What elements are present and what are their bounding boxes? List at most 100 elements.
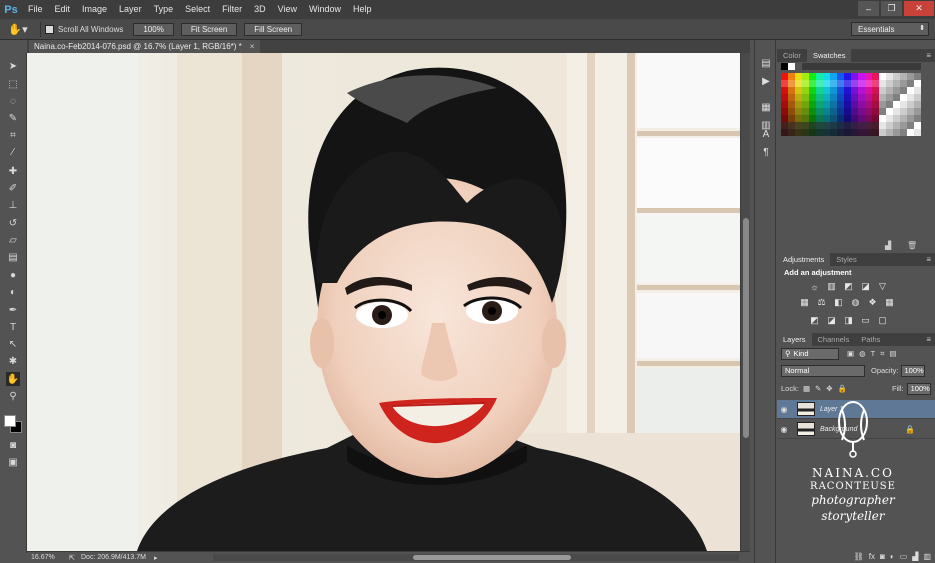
trash-icon[interactable]: ▥	[923, 552, 931, 561]
color-swatch[interactable]	[802, 115, 809, 122]
color-swatch[interactable]	[872, 122, 879, 129]
new-layer-icon[interactable]: ▟	[912, 552, 918, 561]
fit-screen-button[interactable]: Fit Screen	[180, 22, 238, 36]
tab-styles[interactable]: Styles	[830, 253, 862, 266]
color-swatch[interactable]	[802, 122, 809, 129]
color-swatch[interactable]	[872, 73, 879, 80]
color-swatch[interactable]	[865, 80, 872, 87]
blur-tool-icon[interactable]: ●	[6, 268, 20, 282]
posterize-icon[interactable]: ◪	[826, 315, 837, 326]
adjustment-layer-icon[interactable]: ◐	[890, 552, 895, 561]
color-swatch[interactable]	[816, 63, 823, 70]
menu-help[interactable]: Help	[347, 0, 378, 19]
color-swatch[interactable]	[886, 122, 893, 129]
color-swatch[interactable]	[872, 80, 879, 87]
color-swatch[interactable]	[858, 63, 865, 70]
color-swatch[interactable]	[816, 94, 823, 101]
color-swatch[interactable]	[900, 122, 907, 129]
color-swatch[interactable]	[872, 94, 879, 101]
color-swatch[interactable]	[851, 73, 858, 80]
document-canvas[interactable]	[27, 53, 740, 551]
history-panel-icon[interactable]: ▤	[759, 56, 773, 70]
close-tab-icon[interactable]: ×	[250, 42, 255, 51]
quick-select-tool-icon[interactable]: ✎	[6, 111, 20, 125]
fx-icon[interactable]: fx	[869, 552, 875, 561]
color-swatch[interactable]	[851, 101, 858, 108]
color-swatch[interactable]	[795, 80, 802, 87]
opacity-field[interactable]: 100%	[900, 364, 925, 377]
color-swatch[interactable]	[844, 108, 851, 115]
color-swatch[interactable]	[900, 87, 907, 94]
color-swatch[interactable]	[823, 115, 830, 122]
lock-icons[interactable]: ▦✎✥🔒	[803, 384, 852, 393]
panel-menu-icon[interactable]: ≡	[926, 253, 931, 266]
color-swatch[interactable]	[809, 80, 816, 87]
fill-field[interactable]: 100%	[906, 382, 931, 395]
color-swatch[interactable]	[823, 108, 830, 115]
healing-brush-tool-icon[interactable]: ✚	[6, 164, 20, 178]
color-swatch[interactable]	[809, 108, 816, 115]
color-swatch[interactable]	[907, 94, 914, 101]
marquee-tool-icon[interactable]: ⬚	[6, 77, 20, 91]
color-swatch[interactable]	[837, 63, 844, 70]
color-swatch[interactable]	[837, 73, 844, 80]
color-swatch[interactable]	[865, 63, 872, 70]
color-swatch[interactable]	[900, 80, 907, 87]
horizontal-scrollbar[interactable]	[213, 554, 739, 561]
color-swatch[interactable]	[893, 87, 900, 94]
color-swatch[interactable]	[823, 129, 830, 136]
color-swatch[interactable]	[802, 80, 809, 87]
color-swatch[interactable]	[788, 87, 795, 94]
color-swatch[interactable]	[893, 63, 900, 70]
color-swatch[interactable]	[795, 101, 802, 108]
color-swatch[interactable]	[914, 73, 921, 80]
color-swatch[interactable]	[865, 94, 872, 101]
color-swatch[interactable]	[781, 101, 788, 108]
color-swatch[interactable]	[914, 122, 921, 129]
color-swatch[interactable]	[802, 129, 809, 136]
color-swatch[interactable]	[879, 73, 886, 80]
color-swatch[interactable]	[788, 115, 795, 122]
color-swatch[interactable]	[886, 73, 893, 80]
color-swatch[interactable]	[907, 115, 914, 122]
document-tab[interactable]: Naina.co-Feb2014-076.psd @ 16.7% (Layer …	[29, 40, 261, 53]
hand-icon[interactable]: ✋▾	[0, 23, 36, 36]
color-swatch[interactable]	[830, 87, 837, 94]
vibrance-icon[interactable]: ▽	[877, 281, 888, 292]
color-swatch[interactable]	[837, 115, 844, 122]
type-tool-icon[interactable]: T	[6, 320, 20, 334]
color-swatch[interactable]	[781, 63, 788, 70]
color-swatch[interactable]	[907, 129, 914, 136]
color-swatch[interactable]	[879, 87, 886, 94]
vertical-scrollbar[interactable]	[740, 53, 750, 551]
color-swatch[interactable]	[823, 94, 830, 101]
zoom-tool-icon[interactable]: ⚲	[6, 389, 20, 403]
color-swatch[interactable]	[781, 108, 788, 115]
tab-paths[interactable]: Paths	[855, 333, 886, 346]
menu-image[interactable]: Image	[76, 0, 113, 19]
color-swatch[interactable]	[837, 80, 844, 87]
mask-icon[interactable]: ◙	[880, 552, 885, 561]
menu-view[interactable]: View	[272, 0, 303, 19]
eraser-tool-icon[interactable]: ▱	[6, 233, 20, 247]
color-swatch[interactable]	[809, 101, 816, 108]
color-swatch[interactable]	[781, 115, 788, 122]
color-swatch[interactable]	[795, 108, 802, 115]
fill-screen-button[interactable]: Fill Screen	[244, 22, 303, 36]
menu-type[interactable]: Type	[148, 0, 180, 19]
color-swatch[interactable]	[893, 80, 900, 87]
color-swatch[interactable]	[907, 73, 914, 80]
tab-swatches[interactable]: Swatches	[806, 49, 852, 62]
color-swatch[interactable]	[879, 122, 886, 129]
color-swatch[interactable]	[865, 129, 872, 136]
color-swatch[interactable]	[823, 63, 830, 70]
color-swatch[interactable]	[795, 129, 802, 136]
color-swatch[interactable]	[781, 87, 788, 94]
color-swatch[interactable]	[872, 101, 879, 108]
color-swatch[interactable]	[872, 63, 879, 70]
menu-select[interactable]: Select	[179, 0, 216, 19]
color-swatch[interactable]	[893, 73, 900, 80]
color-swatch[interactable]	[907, 101, 914, 108]
color-swatch[interactable]	[886, 101, 893, 108]
color-swatch[interactable]	[781, 122, 788, 129]
